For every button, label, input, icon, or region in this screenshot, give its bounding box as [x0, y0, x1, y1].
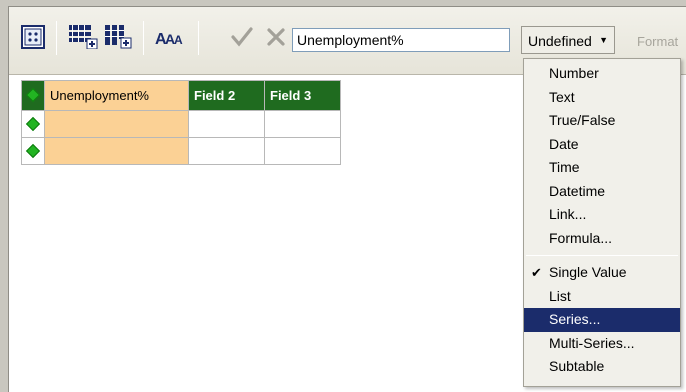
- toolbar-separator: [198, 21, 199, 55]
- field-type-dropdown[interactable]: Undefined ▼: [521, 26, 615, 54]
- table-row: [21, 137, 341, 165]
- field-type-selected: Undefined: [528, 33, 592, 49]
- toolbar-separator: [56, 21, 57, 55]
- format-button[interactable]: Format: [637, 34, 678, 49]
- menu-item-number[interactable]: Number: [524, 62, 680, 86]
- field-type-menu: Number Text True/False Date Time Datetim…: [523, 58, 681, 387]
- column-header-field-3[interactable]: Field 3: [264, 80, 341, 111]
- menu-item-text[interactable]: Text: [524, 86, 680, 110]
- check-icon: ✔: [531, 265, 542, 280]
- menu-item-single-value[interactable]: ✔ Single Value: [524, 261, 680, 285]
- menu-item-subtable[interactable]: Subtable: [524, 355, 680, 379]
- grid-cell[interactable]: [264, 110, 341, 138]
- table-row: [21, 110, 341, 138]
- menu-item-multi-series[interactable]: Multi-Series...: [524, 332, 680, 356]
- menu-item-true-false[interactable]: True/False: [524, 109, 680, 133]
- row-selector[interactable]: [21, 137, 45, 165]
- menu-item-link[interactable]: Link...: [524, 203, 680, 227]
- row-marker-icon: [25, 87, 41, 103]
- row-marker-icon: [25, 116, 41, 131]
- grid-cell[interactable]: [264, 137, 341, 165]
- add-rows-icon[interactable]: [69, 25, 99, 50]
- data-grid: Unemployment% Field 2 Field 3: [21, 80, 341, 165]
- editor-window: A A A Undefined ▼ Format: [8, 6, 686, 392]
- menu-item-time[interactable]: Time: [524, 156, 680, 180]
- grid-cell[interactable]: [44, 110, 189, 138]
- grid-cell[interactable]: [188, 137, 265, 165]
- cancel-x-icon[interactable]: [266, 25, 286, 49]
- toolbar-separator: [143, 21, 144, 55]
- menu-separator: [526, 255, 678, 256]
- menu-item-datetime[interactable]: Datetime: [524, 180, 680, 204]
- insert-grid-icon[interactable]: [21, 25, 45, 49]
- add-columns-icon[interactable]: [105, 25, 135, 49]
- menu-item-list[interactable]: List: [524, 285, 680, 309]
- chevron-down-icon: ▼: [599, 35, 608, 45]
- column-header-unemployment[interactable]: Unemployment%: [44, 80, 189, 111]
- svg-text:A: A: [174, 33, 183, 47]
- menu-item-label: Single Value: [549, 264, 627, 280]
- text-format-icon[interactable]: A A A: [155, 25, 189, 49]
- menu-item-date[interactable]: Date: [524, 133, 680, 157]
- grid-cell[interactable]: [188, 110, 265, 138]
- field-name-input[interactable]: [292, 28, 510, 52]
- menu-item-series[interactable]: Series...: [524, 308, 680, 332]
- row-selector[interactable]: [21, 110, 45, 138]
- column-header-field-2[interactable]: Field 2: [188, 80, 265, 111]
- row-marker-icon: [25, 143, 41, 158]
- grid-cell[interactable]: [44, 137, 189, 165]
- accept-check-icon[interactable]: [231, 25, 253, 49]
- menu-item-formula[interactable]: Formula...: [524, 227, 680, 251]
- grid-corner[interactable]: [21, 80, 45, 111]
- grid-header-row: Unemployment% Field 2 Field 3: [21, 80, 341, 111]
